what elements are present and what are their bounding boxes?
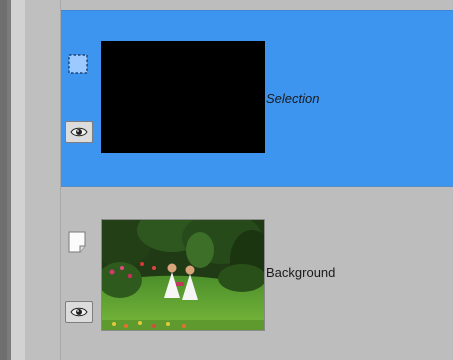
panel-gutter	[25, 0, 61, 360]
eye-icon	[70, 303, 88, 322]
layer-thumbnail	[101, 219, 265, 331]
frame-edge-light	[11, 0, 25, 360]
frame-edge-dark	[0, 0, 7, 360]
layers-panel: Selection Background	[61, 0, 453, 360]
layer-row-selection[interactable]: Selection	[61, 10, 453, 187]
layer-visibility-toggle[interactable]	[65, 121, 93, 143]
layer-visibility-toggle[interactable]	[65, 301, 93, 323]
dashed-selection-icon	[65, 51, 91, 77]
eye-icon	[70, 123, 88, 142]
layer-thumbnail	[101, 41, 265, 153]
layer-name: Background	[266, 265, 336, 280]
photo-thumbnail-image	[102, 220, 264, 330]
layer-name: Selection	[266, 91, 320, 106]
page-icon	[65, 229, 91, 255]
layer-row-background[interactable]: Background	[61, 187, 453, 360]
